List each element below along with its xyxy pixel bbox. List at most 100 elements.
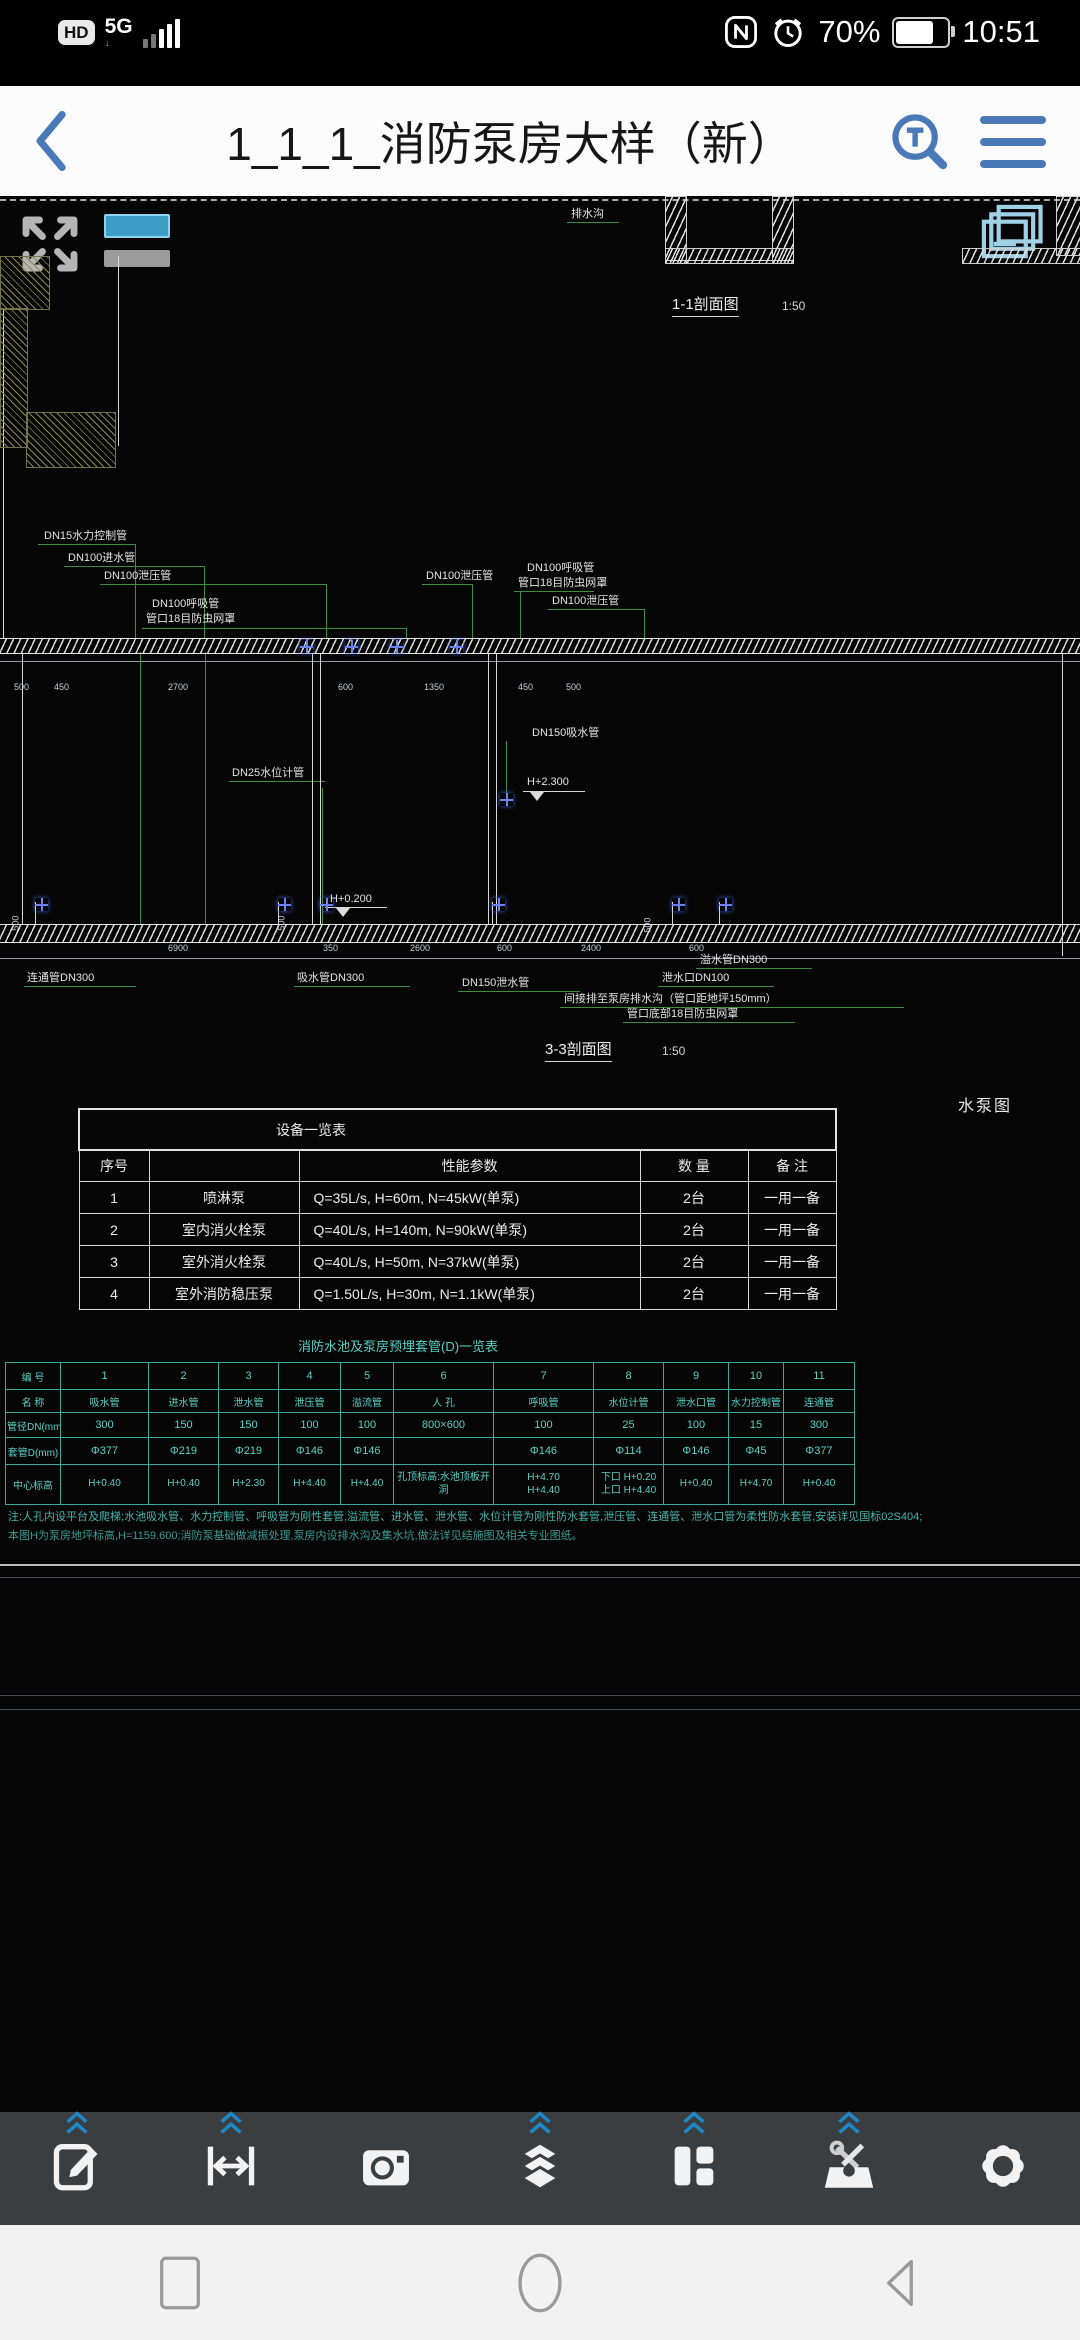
equipment-table: 设备一览表序号性能参数数 量备 注1喷淋泵Q=35L/s, H=60m, N=4… [78,1108,837,1310]
camera-tool-icon [357,2137,415,2200]
layout-tool-button[interactable] [639,2112,749,2225]
casing-table-cell: 100 [341,1413,394,1438]
equipment-table-cell: 2台 [640,1182,748,1214]
camera-tool-button[interactable] [331,2112,441,2225]
cad-label: 排水沟 [571,208,604,221]
equipment-table-cell: 室外消防稳压泵 [149,1278,299,1310]
back-button[interactable] [24,108,76,174]
equipment-table-cell: 4 [79,1278,149,1310]
casing-table-cell: 300 [61,1413,149,1438]
casing-table-cell: H+0.40 [61,1465,149,1505]
pipe-cross-symbol [345,640,358,653]
cad-label: DN100进水管 [68,552,135,565]
casing-table-cell: 水位计管 [594,1390,664,1413]
casing-table-cell: 15 [729,1413,784,1438]
casing-table-cell: 溢流管 [341,1390,394,1413]
back-nav-button[interactable] [720,2225,1080,2340]
cad-label: 350 [323,943,338,953]
casing-table-cell: 2 [149,1363,219,1390]
alarm-icon [770,14,806,50]
casing-table-cell: 6 [394,1363,494,1390]
equipment-table-cell: Q=40L/s, H=50m, N=37kW(单泵) [299,1246,640,1278]
equipment-table-header: 性能参数 [299,1150,640,1182]
casing-table-cell: H+2.30 [219,1465,279,1505]
home-button[interactable] [360,2225,720,2340]
casing-table-cell: H+0.40 [664,1465,729,1505]
cad-label: 管口18目防虫网罩 [146,613,235,626]
casing-table-cell: 8 [594,1363,664,1390]
cad-label: 600 [338,682,353,692]
casing-table-cell: 4 [279,1363,341,1390]
cad-label: 间接排至泵房排水沟（管口距地坪150mm） [564,993,777,1006]
cad-label: DN100泄压管 [104,570,171,583]
cad-label: 吸水管DN300 [297,972,364,985]
status-bar: HD 5G ↓ 70% 10:51 [0,0,1080,86]
equipment-table-header: 数 量 [640,1150,748,1182]
cad-label: 500 [10,916,20,931]
layer-bars-icon[interactable] [104,214,170,267]
signal-bars-icon [143,18,180,48]
nfc-icon [724,15,758,49]
cad-label: 1:50 [782,300,805,314]
casing-table-cell: 100 [494,1413,594,1438]
toolbox-tool-button[interactable] [794,2112,904,2225]
layout-tool-icon [665,2137,723,2200]
menu-button[interactable] [980,116,1046,168]
equipment-table-row: 4室外消防稳压泵Q=1.50L/s, H=30m, N=1.1kW(单泵)2台一… [79,1278,836,1310]
cad-viewport[interactable]: 排水沟1-1剖面图1:50DN15水力控制管DN100进水管DN100泄压管DN… [0,196,1080,2112]
measure-tool-button[interactable] [176,2112,286,2225]
casing-table-cell: 3 [219,1363,279,1390]
cad-label: DN100泄压管 [552,595,619,608]
cad-label: 450 [518,682,533,692]
settings-tool-button[interactable] [948,2112,1058,2225]
toolbox-tool-icon [820,2137,878,2200]
bottom-toolbar [0,2112,1080,2225]
casing-table-cell [394,1438,494,1465]
casing-table-cell: Φ45 [729,1438,784,1465]
network-type-label: 5G [105,15,133,38]
cad-label: 2400 [581,943,601,953]
casing-table-cell: Φ219 [149,1438,219,1465]
casing-table-cell: 300 [784,1413,855,1438]
casing-table-cell: H+4.70 H+4.40 [494,1465,594,1505]
equipment-table-row: 1喷淋泵Q=35L/s, H=60m, N=45kW(单泵)2台一用一备 [79,1182,836,1214]
recents-button[interactable] [0,2225,360,2340]
expand-chevron-icon [679,2110,709,2136]
casing-table-cell: 800×600 [394,1413,494,1438]
casing-table-cell: Φ146 [494,1438,594,1465]
casing-row-label: 编 号 [6,1363,61,1390]
equipment-table-cell: 2台 [640,1246,748,1278]
cad-label: 水泵图 [958,1098,1012,1116]
battery-percent-label: 70% [818,14,880,50]
casing-table-cell: 呼吸管 [494,1390,594,1413]
casing-table-cell: Φ146 [664,1438,729,1465]
cad-label: 600 [689,943,704,953]
casing-table-cell: 7 [494,1363,594,1390]
battery-icon [892,17,950,48]
equipment-table-cell: 3 [79,1246,149,1278]
equipment-table-cell: 室外消火栓泵 [149,1246,299,1278]
casing-table-cell: 1 [61,1363,149,1390]
equipment-table-cell: 一用一备 [748,1214,836,1246]
layers-tool-button[interactable] [485,2112,595,2225]
phone-screen: HD 5G ↓ 70% 10:51 [0,0,1080,2340]
cad-label: 6900 [168,943,188,953]
casing-row-label: 中心标高 [6,1465,61,1505]
drawing-note-1: 注:人孔内设平台及爬梯;水池吸水管、水力控制管、呼吸管为刚性套管,溢流管、进水管… [8,1508,922,1524]
equipment-table-cell: 一用一备 [748,1246,836,1278]
cad-label: 500 [566,682,581,692]
pipe-cross-symbol [672,898,685,911]
casing-table-cell: 25 [594,1413,664,1438]
cad-label: 2700 [168,682,188,692]
casing-table-cell: H+0.40 [784,1465,855,1505]
casing-table-cell: 泄水管 [219,1390,279,1413]
casing-table-cell: 泄压管 [279,1390,341,1413]
pipe-cross-symbol [35,898,48,911]
casing-table-cell: 泄水口管 [664,1390,729,1413]
cad-label: DN100呼吸管 [527,562,594,575]
edit-tool-button[interactable] [22,2112,132,2225]
text-search-button[interactable] [888,110,950,172]
casing-table-cell: Φ146 [279,1438,341,1465]
expand-chevron-icon [62,2110,92,2136]
cad-label: H+2.300 [527,776,569,789]
